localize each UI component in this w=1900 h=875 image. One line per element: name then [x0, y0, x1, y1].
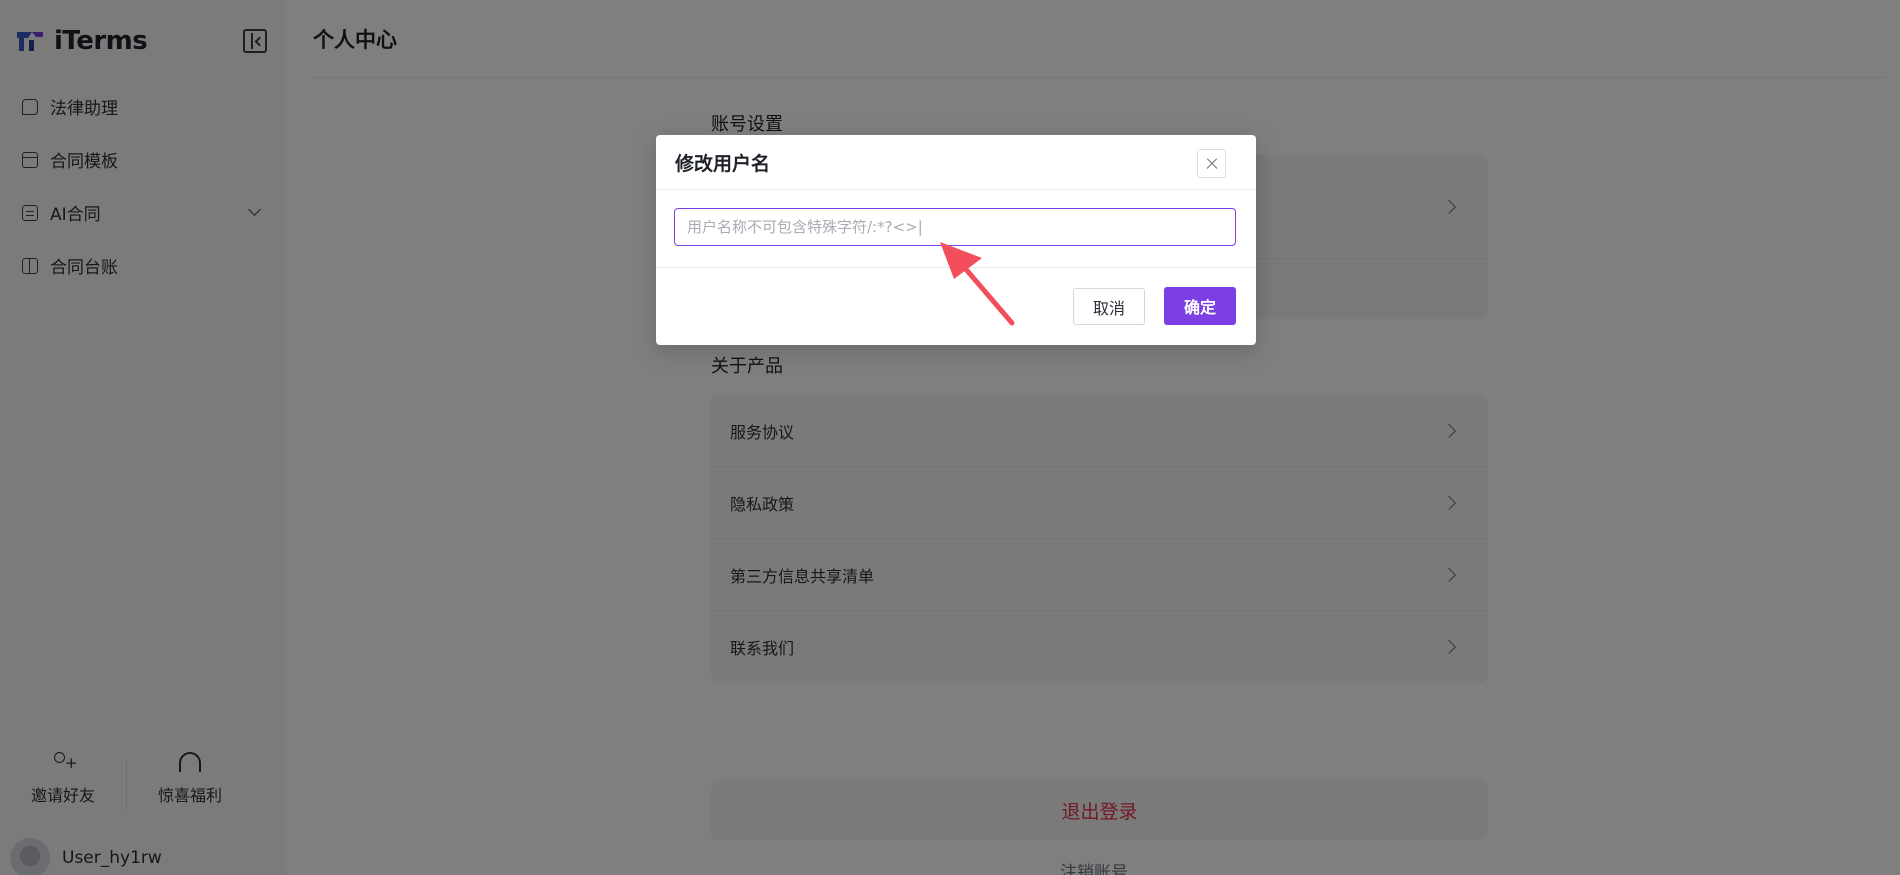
dialog-footer: 取消 确定 [656, 268, 1256, 345]
confirm-button[interactable]: 确定 [1164, 287, 1236, 325]
app-root: iTerms 法律助理 合同模板 AI合同 合同台账 [0, 0, 1900, 875]
close-icon[interactable] [1197, 149, 1226, 178]
modal-overlay[interactable] [0, 0, 1900, 875]
edit-username-dialog: 修改用户名 取消 确定 [656, 135, 1256, 345]
dialog-body [656, 190, 1256, 268]
dialog-title: 修改用户名 [675, 152, 771, 175]
cancel-button[interactable]: 取消 [1073, 288, 1145, 325]
username-input[interactable] [674, 208, 1236, 246]
dialog-header: 修改用户名 [656, 135, 1256, 190]
